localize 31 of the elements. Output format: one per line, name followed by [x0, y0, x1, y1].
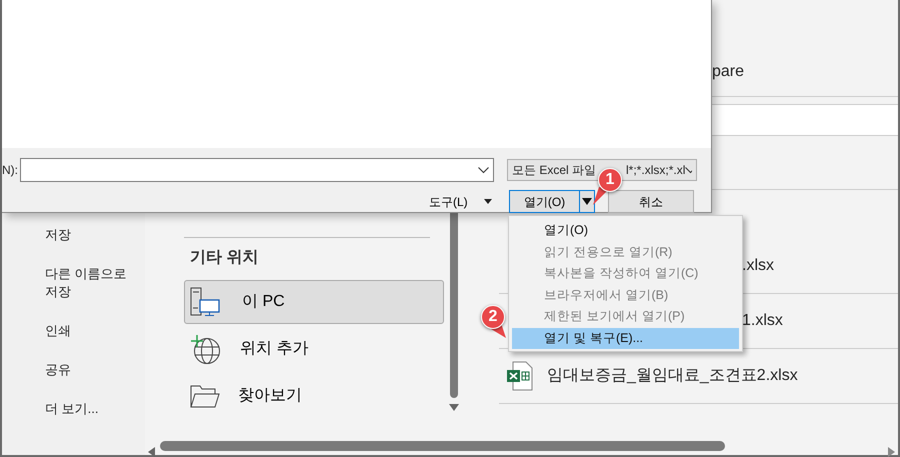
menu-item[interactable]: 열기(O) [512, 220, 739, 242]
add-location-icon [190, 334, 222, 364]
nav-item[interactable]: 공유 [45, 361, 145, 379]
file-name[interactable]: 임대보증금_월임대료_조견표2.xlsx [547, 364, 798, 388]
chevron-down-icon[interactable] [685, 166, 692, 174]
filename-field[interactable] [20, 158, 494, 182]
location-item[interactable]: 이 PC [184, 280, 444, 324]
scroll-down-icon[interactable] [449, 404, 459, 411]
section-heading: 기타 위치 [190, 248, 260, 268]
caret-icon [484, 199, 492, 204]
excel-file-icon [507, 361, 533, 391]
scrollbar-thumb[interactable] [160, 441, 725, 451]
menu-item[interactable]: 열기 및 복구(E)... [512, 328, 739, 349]
file-type-text: l*;*.xlsx;*.xl [626, 162, 686, 179]
cancel-button[interactable]: 취소 [608, 190, 694, 213]
file-name[interactable]: .xlsx [742, 254, 774, 278]
scroll-right-icon[interactable] [888, 446, 895, 457]
location-item[interactable]: 찾아보기 [184, 374, 444, 418]
location-item[interactable]: 위치 추가 [184, 327, 444, 371]
file-type-text: 모든 Excel 파일 [512, 162, 596, 179]
nav-item[interactable]: 다른 이름으로 저장 [45, 265, 145, 301]
nav-item[interactable]: 인쇄 [45, 322, 145, 340]
nav-item[interactable]: 더 보기... [45, 400, 145, 418]
file-name[interactable]: 1.xlsx [742, 309, 783, 333]
chevron-down-icon[interactable] [478, 166, 489, 174]
tools-button[interactable]: 도구(L) [429, 192, 509, 210]
file-name[interactable]: pare [712, 60, 744, 84]
folder-icon [190, 384, 220, 408]
nav-item[interactable]: 저장 [45, 226, 145, 244]
scroll-left-icon[interactable] [148, 446, 155, 457]
field-label: N): [2, 162, 19, 179]
